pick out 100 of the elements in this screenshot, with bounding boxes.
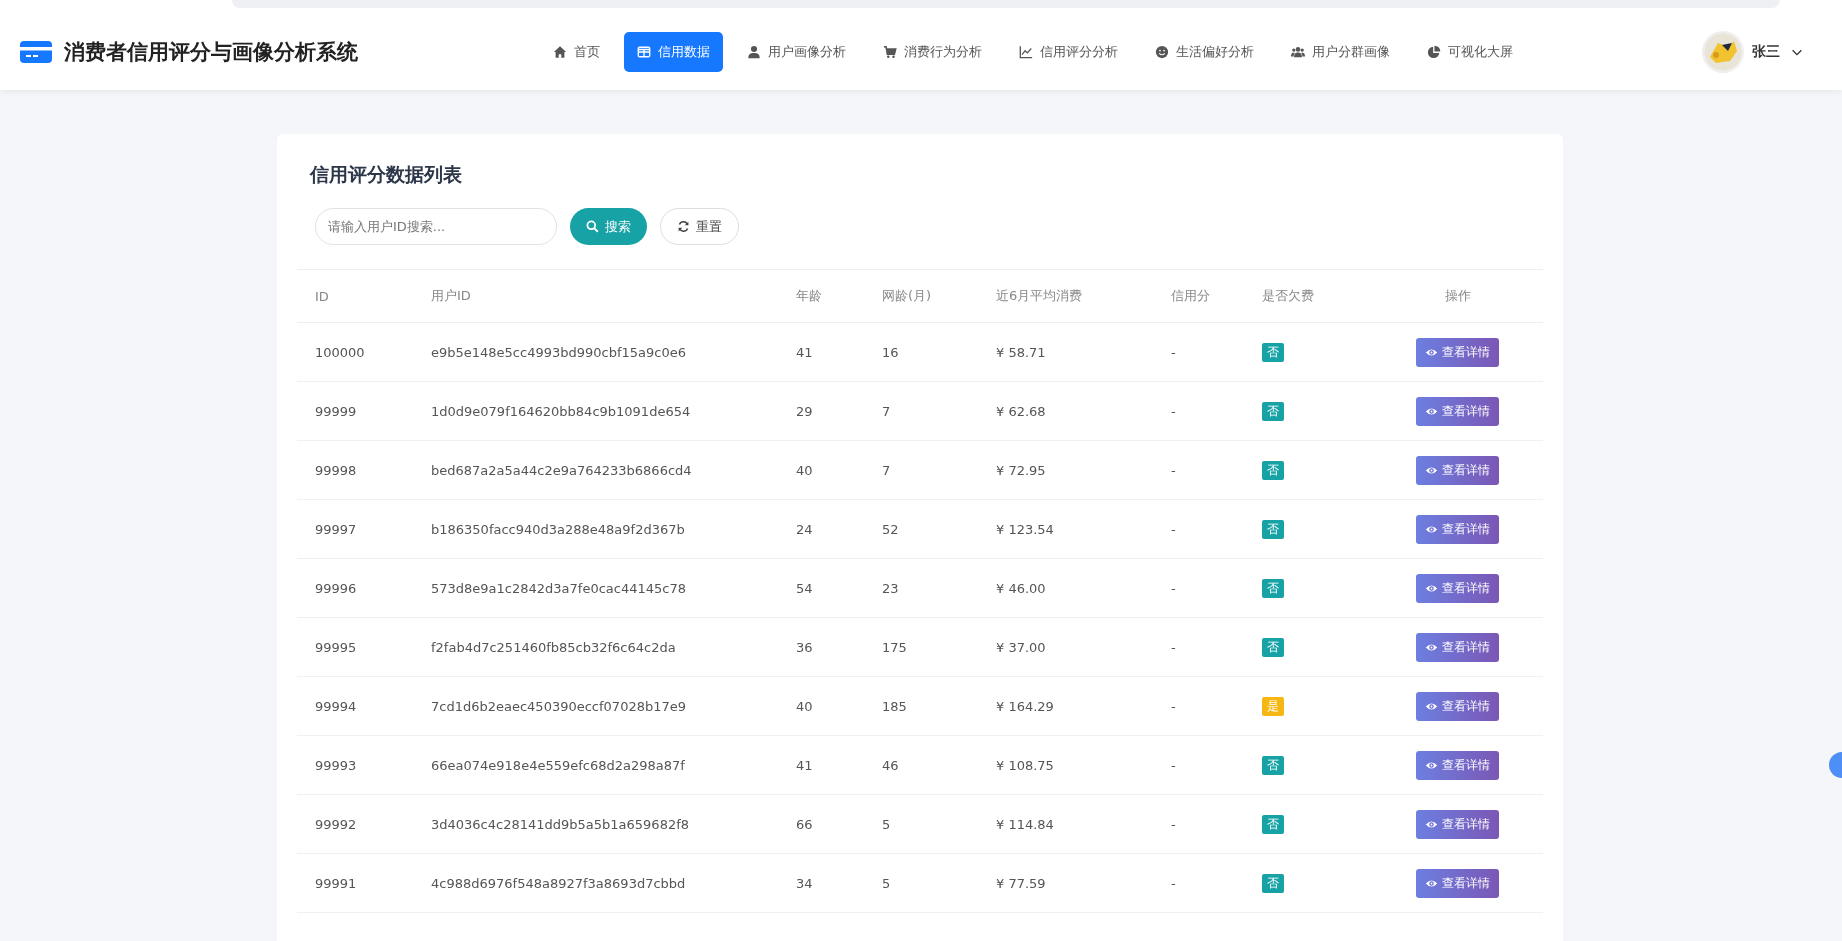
- view-details-button[interactable]: 查看详情: [1416, 868, 1499, 898]
- app-title: 消费者信用评分与画像分析系统: [64, 39, 358, 66]
- column-header: 年龄: [778, 269, 864, 323]
- status-tag: 是: [1262, 696, 1284, 716]
- table-cell: ¥ 62.68: [996, 403, 1046, 419]
- table-cell: b186350facc940d3a288e48a9f2d367b: [431, 521, 685, 537]
- search-field[interactable]: 请输入用户ID搜索...: [315, 208, 557, 245]
- view-details-button[interactable]: 查看详情: [1416, 573, 1499, 603]
- table-cell: bed687a2a5a44c2e9a764233b6866cd4: [431, 462, 692, 478]
- user-name[interactable]: 张三: [1752, 43, 1780, 61]
- card-title: 信用评分数据列表: [310, 162, 463, 187]
- nav-tab[interactable]: 首页: [540, 32, 613, 72]
- status-tag: 否: [1262, 873, 1284, 893]
- column-header: 网龄(月): [864, 269, 978, 323]
- status-tag: 否: [1262, 755, 1284, 775]
- view-details-button[interactable]: 查看详情: [1416, 396, 1499, 426]
- column-header: 是否欠费: [1244, 269, 1372, 323]
- table-cell: 66: [796, 816, 813, 832]
- table-cell: 185: [882, 698, 907, 714]
- table-cell: ¥ 114.84: [996, 816, 1054, 832]
- nav-tab[interactable]: 用户分群画像: [1278, 32, 1403, 72]
- table-cell: -: [1171, 816, 1176, 832]
- table-cell: -: [1171, 639, 1176, 655]
- table-cell: 66ea074e918e4e559efc68d2a298a87f: [431, 757, 685, 773]
- table-cell: 41: [796, 757, 813, 773]
- table-cell: -: [1171, 580, 1176, 596]
- table-icon: [637, 45, 651, 59]
- line-chart-icon: [1019, 45, 1033, 59]
- table-cell: 99995: [315, 639, 357, 655]
- table-cell: -: [1171, 403, 1176, 419]
- search-button[interactable]: 搜索: [570, 208, 647, 245]
- nav-tab[interactable]: 生活偏好分析: [1142, 32, 1267, 72]
- column-header: ID: [297, 269, 413, 323]
- table-cell: -: [1171, 462, 1176, 478]
- table-cell: ¥ 58.71: [996, 344, 1046, 360]
- credit-card-icon: [20, 39, 52, 65]
- table-cell: 7: [882, 462, 891, 478]
- view-details-button[interactable]: 查看详情: [1416, 632, 1499, 662]
- table-cell: ¥ 72.95: [996, 462, 1046, 478]
- table-cell: f2fab4d7c251460fb85cb32f6c64c2da: [431, 639, 676, 655]
- table-cell: e9b5e148e5cc4993bd990cbf15a9c0e6: [431, 344, 686, 360]
- table-cell: -: [1171, 698, 1176, 714]
- view-details-button[interactable]: 查看详情: [1416, 691, 1499, 721]
- search-icon: [586, 220, 599, 233]
- table-cell: -: [1171, 344, 1176, 360]
- table-cell: 99999: [315, 403, 357, 419]
- view-details-button[interactable]: 查看详情: [1416, 455, 1499, 485]
- cart-icon: [883, 45, 897, 59]
- avatar: [1704, 33, 1742, 71]
- view-details-button[interactable]: 查看详情: [1416, 514, 1499, 544]
- table-cell: 99998: [315, 462, 357, 478]
- status-tag: 否: [1262, 342, 1284, 362]
- table-cell: 99994: [315, 698, 357, 714]
- nav-tab[interactable]: 信用评分分析: [1006, 32, 1131, 72]
- group-icon: [1291, 45, 1305, 59]
- table-cell: 46: [882, 757, 899, 773]
- table-cell: 100000: [315, 344, 365, 360]
- table-cell: 7cd1d6b2eaec450390eccf07028b17e9: [431, 698, 686, 714]
- table-cell: 99996: [315, 580, 357, 596]
- table-cell: 24: [796, 521, 813, 537]
- reset-button[interactable]: 重置: [660, 208, 739, 245]
- table-cell: ¥ 37.00: [996, 639, 1046, 655]
- table-cell: 52: [882, 521, 899, 537]
- view-details-button[interactable]: 查看详情: [1416, 809, 1499, 839]
- table-cell: 40: [796, 698, 813, 714]
- table-cell: 175: [882, 639, 907, 655]
- table-cell: 34: [796, 875, 813, 891]
- status-tag: 否: [1262, 460, 1284, 480]
- table-cell: ¥ 164.29: [996, 698, 1054, 714]
- view-details-button[interactable]: 查看详情: [1416, 750, 1499, 780]
- table-cell: 1d0d9e079f164620bb84c9b1091de654: [431, 403, 691, 419]
- smiley-icon: [1155, 45, 1169, 59]
- table-cell: -: [1171, 521, 1176, 537]
- refresh-icon: [677, 220, 690, 233]
- nav-tab[interactable]: 可视化大屏: [1414, 32, 1526, 72]
- table-cell: -: [1171, 875, 1176, 891]
- table-cell: 5: [882, 816, 891, 832]
- person-icon: [747, 45, 761, 59]
- status-tag: 否: [1262, 519, 1284, 539]
- table-cell: 99993: [315, 757, 357, 773]
- table-cell: ¥ 123.54: [996, 521, 1054, 537]
- floating-button[interactable]: [1829, 752, 1842, 778]
- table-cell: 41: [796, 344, 813, 360]
- table-cell: -: [1171, 757, 1176, 773]
- table-cell: 54: [796, 580, 813, 596]
- view-details-button[interactable]: 查看详情: [1416, 337, 1499, 367]
- column-header: 信用分: [1153, 269, 1244, 323]
- table-cell: 5: [882, 875, 891, 891]
- home-icon: [553, 45, 567, 59]
- table-cell: 4c988d6976f548a8927f3a8693d7cbbd: [431, 875, 686, 891]
- status-tag: 否: [1262, 637, 1284, 657]
- nav-tab[interactable]: 用户画像分析: [734, 32, 859, 72]
- table-cell: ¥ 46.00: [996, 580, 1046, 596]
- column-header: 用户ID: [413, 269, 778, 323]
- nav-tab[interactable]: 信用数据: [624, 32, 723, 72]
- nav-tab[interactable]: 消费行为分析: [870, 32, 995, 72]
- table-cell: 7: [882, 403, 891, 419]
- column-header: 操作: [1372, 269, 1543, 323]
- status-tag: 否: [1262, 401, 1284, 421]
- table-cell: 36: [796, 639, 813, 655]
